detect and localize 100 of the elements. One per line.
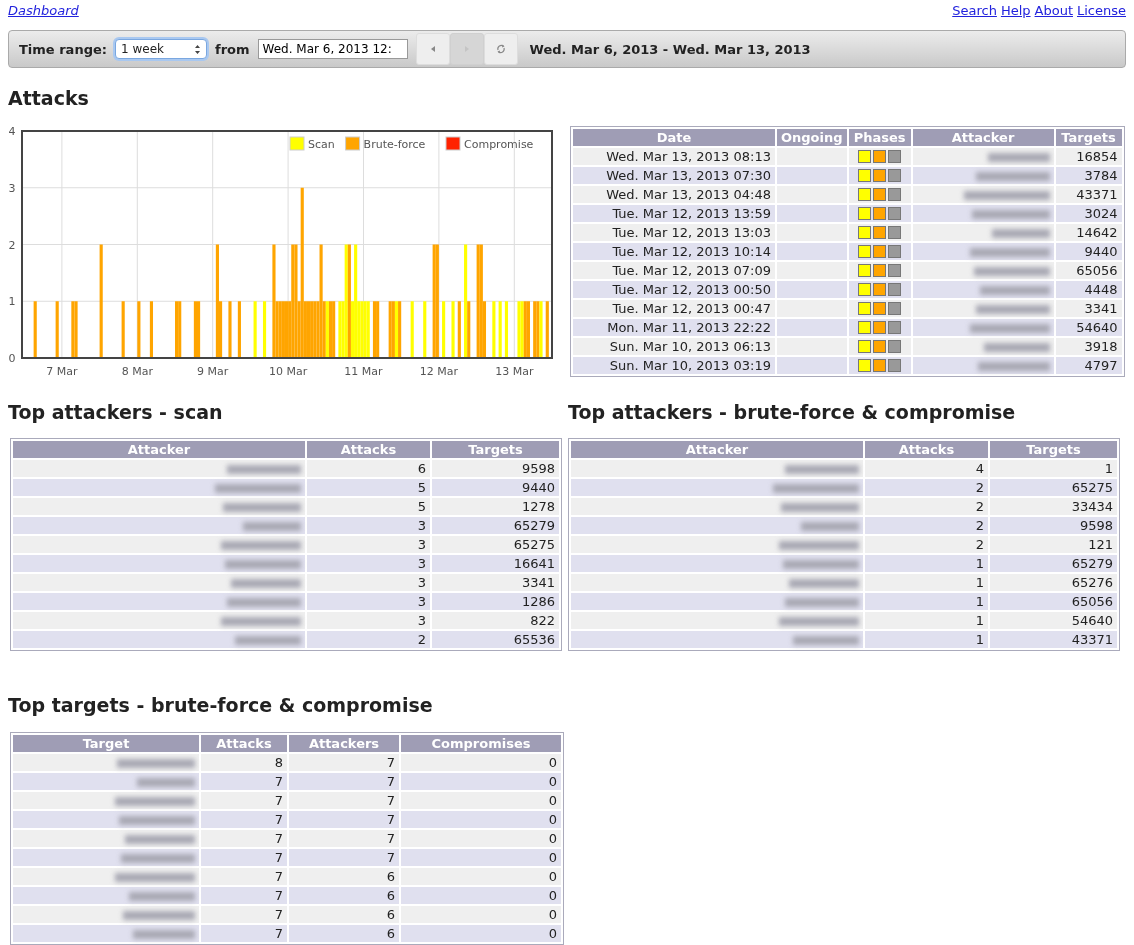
table-cell: 65275 [990, 479, 1117, 496]
table-cell: 65056 [1055, 262, 1122, 279]
table-cell: 2 [865, 536, 988, 553]
section-title: Attacks [8, 87, 90, 109]
table-cell: 7 [289, 773, 399, 790]
table-cell: 4 [865, 460, 988, 477]
column-header: Phases [848, 129, 911, 146]
table-cell: 3 [307, 517, 430, 534]
column-header: Targets [432, 441, 559, 458]
table-cell: 7 [201, 887, 287, 904]
date-range-text: Wed. Mar 6, 2013 - Wed. Mar 13, 2013 [529, 41, 811, 57]
table-cell: 0 [401, 773, 561, 790]
table-cell: 6 [289, 887, 399, 904]
table-cell: 2 [865, 479, 988, 496]
table-cell: 0 [401, 792, 561, 809]
table-cell: 7 [201, 925, 287, 942]
column-header: Targets [1055, 129, 1122, 146]
column-header: Attacks [865, 441, 988, 458]
table-cell: 0 [401, 754, 561, 771]
table-cell: 65536 [432, 631, 559, 648]
table-cell: 7 [201, 906, 287, 923]
column-header: Target [13, 735, 199, 752]
table-cell: 8 [201, 754, 287, 771]
axis-label: 2 [8, 238, 16, 252]
table-cell: 5 [307, 498, 430, 515]
table-cell: 7 [201, 773, 287, 790]
section-title: Top attackers - brute-force & compromise [568, 401, 1017, 423]
date-cell: Tue. Mar 12, 2013 00:47 [573, 300, 775, 317]
table-cell: 5 [307, 479, 430, 496]
date-cell: Wed. Mar 13, 2013 04:48 [573, 186, 775, 203]
table-cell: 0 [401, 887, 561, 904]
table-cell: 65279 [990, 555, 1117, 572]
table-cell: 65056 [990, 593, 1117, 610]
table-cell: 1 [865, 593, 988, 610]
table-cell: 0 [401, 811, 561, 828]
column-header: Attacker [571, 441, 863, 458]
from-label: from [215, 41, 250, 57]
table-cell: 9598 [990, 517, 1117, 534]
table-cell: 65276 [990, 574, 1117, 591]
column-header: Attacks [307, 441, 430, 458]
table-cell: 6 [307, 460, 430, 477]
table-cell: 0 [401, 868, 561, 885]
table-cell: 2 [865, 517, 988, 534]
table-cell: 54640 [990, 612, 1117, 629]
table-cell: 1 [865, 574, 988, 591]
date-cell: Sun. Mar 10, 2013 06:13 [573, 338, 775, 355]
date-cell: Mon. Mar 11, 2013 22:22 [573, 319, 775, 336]
table-cell: 3 [307, 574, 430, 591]
table-cell: 3784 [1055, 167, 1122, 184]
table-cell: 43371 [990, 631, 1117, 648]
table-cell: 14642 [1055, 224, 1122, 241]
date-cell: Wed. Mar 13, 2013 08:13 [573, 148, 775, 165]
table-cell: 3 [307, 555, 430, 572]
table-cell: 1 [865, 612, 988, 629]
axis-label: 11 Mar [344, 365, 383, 378]
section-title: Top attackers - scan [8, 401, 224, 423]
axis-label: 8 Mar [121, 365, 153, 378]
column-header: Attacker [912, 129, 1054, 146]
date-cell: Wed. Mar 13, 2013 07:30 [573, 167, 775, 184]
table-cell: 7 [289, 830, 399, 847]
axis-label: 12 Mar [419, 365, 458, 378]
date-cell: Tue. Mar 12, 2013 10:14 [573, 243, 775, 260]
axis-label: 1 [8, 295, 16, 309]
date-cell: Tue. Mar 12, 2013 13:03 [573, 224, 775, 241]
column-header: Attackers [289, 735, 399, 752]
table-cell: 9440 [1055, 243, 1122, 260]
table-cell: 822 [432, 612, 559, 629]
table-cell: 3918 [1055, 338, 1122, 355]
table-cell: 0 [401, 849, 561, 866]
table-cell: 0 [401, 906, 561, 923]
table-cell: 2 [307, 631, 430, 648]
axis-label: 7 Mar [46, 365, 78, 378]
date-cell: Sun. Mar 10, 2013 03:19 [573, 357, 775, 374]
table-cell: 121 [990, 536, 1117, 553]
table-cell: 7 [289, 811, 399, 828]
axis-label: 13 Mar [495, 365, 534, 378]
table-cell: 9440 [432, 479, 559, 496]
table-cell: 1 [865, 631, 988, 648]
table-cell: 3 [307, 612, 430, 629]
section-title: Top targets - brute-force & compromise [8, 694, 434, 716]
legend-label: Compromise [464, 138, 534, 151]
table-cell: 1286 [432, 593, 559, 610]
table-cell: 3341 [1055, 300, 1122, 317]
table-cell: 7 [289, 754, 399, 771]
table-cell: 7 [289, 849, 399, 866]
table-cell: 2 [865, 498, 988, 515]
table-cell: 65275 [432, 536, 559, 553]
table-cell: 43371 [1055, 186, 1122, 203]
date-cell: Tue. Mar 12, 2013 07:09 [573, 262, 775, 279]
table-cell: 7 [201, 811, 287, 828]
table-cell: 4797 [1055, 357, 1122, 374]
table-cell: 0 [401, 925, 561, 942]
table-cell: 7 [201, 830, 287, 847]
table-cell: 65279 [432, 517, 559, 534]
table-cell: 7 [201, 792, 287, 809]
table-cell: 4448 [1055, 281, 1122, 298]
table-cell: 0 [401, 830, 561, 847]
axis-label: 0 [8, 352, 16, 365]
table-cell: 1278 [432, 498, 559, 515]
axis-label: 4 [8, 125, 16, 138]
